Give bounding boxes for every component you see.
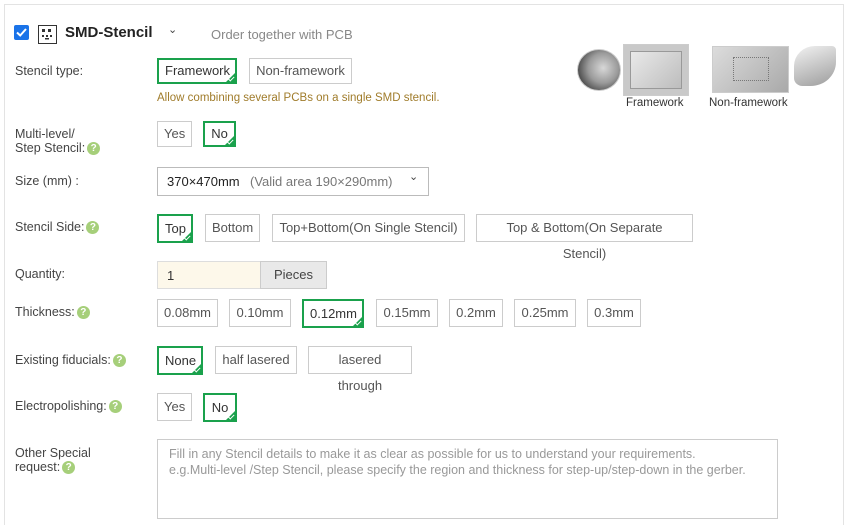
thickness-0-12[interactable]: 0.12mm: [302, 299, 364, 328]
quantity-value: 1: [167, 268, 175, 283]
size-select[interactable]: 370×470mm (Valid area 190×290mm) ⌄: [157, 167, 429, 196]
thickness-0-25[interactable]: 0.25mm: [514, 299, 576, 327]
thickness-label-text: Thickness:: [15, 305, 75, 319]
fiducials-half-lasered[interactable]: half lasered: [215, 346, 297, 374]
chevron-down-icon: ⌄: [409, 171, 419, 183]
stencil-side-label: Stencil Side:?: [15, 220, 100, 235]
thickness-label: Thickness:?: [15, 305, 90, 320]
stencil-icon: [38, 25, 57, 44]
multi-level-label-line1: Multi-level/: [15, 127, 75, 141]
fiducials-label: Existing fiducials:?: [15, 353, 126, 368]
multi-level-no[interactable]: No: [203, 121, 236, 147]
special-request-textarea[interactable]: [157, 439, 778, 519]
section-subtitle: Order together with PCB: [211, 27, 353, 42]
quantity-input[interactable]: 1: [157, 261, 260, 289]
checkmark-icon: [16, 28, 27, 37]
stencil-type-framework[interactable]: Framework: [157, 58, 237, 84]
special-request-label-line2: request:: [15, 460, 61, 474]
quantity-label: Quantity:: [15, 267, 66, 281]
thickness-0-15[interactable]: 0.15mm: [376, 299, 438, 327]
fiducials-label-text: Existing fiducials:: [15, 353, 111, 367]
stencil-side-label-text: Stencil Side:: [15, 220, 85, 234]
electropolishing-no[interactable]: No: [203, 393, 237, 422]
thickness-0-10[interactable]: 0.10mm: [229, 299, 291, 327]
thickness-0-2[interactable]: 0.2mm: [449, 299, 503, 327]
stencil-side-top-bottom-separate[interactable]: Top & Bottom(On Separate Stencil): [476, 214, 693, 261]
question-icon[interactable]: ?: [108, 400, 122, 414]
stencil-type-hint: Allow combining several PCBs on a single…: [157, 92, 440, 104]
size-valid-area: (Valid area 190×290mm): [250, 174, 393, 189]
question-icon[interactable]: ?: [62, 461, 76, 475]
electropolishing-label-text: Electropolishing:: [15, 399, 107, 413]
stencil-photo-closeup: [577, 49, 621, 91]
include-stencil-checkbox[interactable]: [14, 25, 29, 40]
chevron-down-icon[interactable]: ⌄: [168, 23, 177, 36]
thickness-0-3[interactable]: 0.3mm: [587, 299, 641, 327]
question-icon[interactable]: ?: [112, 354, 126, 368]
stencil-side-bottom[interactable]: Bottom: [205, 214, 260, 242]
size-label: Size (mm) :: [15, 174, 79, 188]
framework-caption: Framework: [626, 97, 684, 109]
size-value: 370×470mm: [167, 174, 240, 189]
stencil-type-nonframework[interactable]: Non-framework: [249, 58, 352, 84]
framework-stencil-image[interactable]: [623, 44, 689, 96]
question-icon[interactable]: ?: [86, 221, 100, 235]
nonframework-stencil-image[interactable]: [712, 46, 789, 93]
multi-level-label: Multi-level/ Step Stencil:?: [15, 127, 101, 156]
section-title: SMD-Stencil: [65, 24, 153, 41]
special-request-label-line1: Other Special: [15, 446, 91, 460]
fiducials-lasered-through[interactable]: lasered through: [308, 346, 412, 393]
stencil-type-label: Stencil type:: [15, 64, 84, 78]
multi-level-label-line2: Step Stencil:: [15, 141, 86, 155]
electropolishing-yes[interactable]: Yes: [157, 393, 192, 421]
nonframework-caption: Non-framework: [709, 97, 788, 109]
quantity-unit: Pieces: [260, 261, 327, 289]
electropolishing-label: Electropolishing:?: [15, 399, 122, 414]
question-icon[interactable]: ?: [76, 306, 90, 320]
multi-level-yes[interactable]: Yes: [157, 121, 192, 147]
fiducials-none[interactable]: None: [157, 346, 203, 375]
stencil-side-top[interactable]: Top: [157, 214, 193, 243]
question-icon[interactable]: ?: [87, 142, 101, 156]
thickness-0-08[interactable]: 0.08mm: [157, 299, 218, 327]
stencil-side-top-bottom-single[interactable]: Top+Bottom(On Single Stencil): [272, 214, 465, 242]
special-request-label: Other Special request:?: [15, 446, 91, 475]
